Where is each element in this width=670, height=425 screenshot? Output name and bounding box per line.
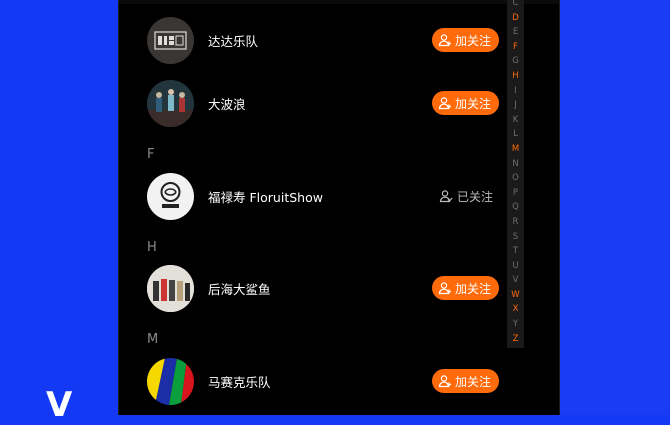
index-letter-d[interactable]: D xyxy=(512,11,519,26)
screen-top-edge xyxy=(119,0,559,4)
index-letter-y[interactable]: Y xyxy=(513,317,518,332)
band-photo-icon xyxy=(147,79,194,127)
add-user-icon xyxy=(438,97,451,110)
artist-name: 马赛克乐队 xyxy=(208,374,271,390)
index-letter-z[interactable]: Z xyxy=(513,332,519,347)
index-letter-c[interactable]: C xyxy=(513,0,519,11)
section-header-h: H xyxy=(147,240,157,255)
user-check-icon xyxy=(439,190,453,203)
band-logo-icon xyxy=(147,357,194,405)
index-letter-q[interactable]: Q xyxy=(512,200,519,215)
followed-button[interactable]: 已关注 xyxy=(439,188,499,205)
section-header-f: F xyxy=(147,147,155,162)
index-letter-f[interactable]: F xyxy=(513,40,518,55)
artist-name: 福禄寿 FloruitShow xyxy=(208,189,323,205)
followed-label: 已关注 xyxy=(456,189,493,204)
list-item[interactable]: 福禄寿 FloruitShow 已关注 xyxy=(147,168,499,224)
list-item[interactable]: 大波浪 加关注 xyxy=(147,75,499,131)
artist-name: 大波浪 xyxy=(208,96,246,112)
index-letter-n[interactable]: N xyxy=(512,157,518,172)
index-letter-w[interactable]: W xyxy=(511,288,519,303)
follow-button[interactable]: 加关注 xyxy=(431,276,499,300)
list-item[interactable]: 马赛克乐队 加关注 xyxy=(147,353,499,409)
follow-label: 加关注 xyxy=(454,96,491,111)
avatar xyxy=(147,264,194,312)
add-user-icon xyxy=(438,282,451,295)
band-logo-icon xyxy=(160,181,181,208)
index-letter-g[interactable]: G xyxy=(512,54,519,69)
follow-button[interactable]: 加关注 xyxy=(431,91,499,115)
index-letter-i[interactable]: I xyxy=(514,84,517,99)
index-letter-s[interactable]: S xyxy=(513,230,518,245)
avatar xyxy=(147,172,194,220)
follow-label: 加关注 xyxy=(454,374,491,389)
index-letter-v[interactable]: V xyxy=(513,273,519,288)
index-letter-l[interactable]: L xyxy=(513,127,518,142)
artist-name: 后海大鲨鱼 xyxy=(208,281,271,297)
follow-label: 加关注 xyxy=(454,281,491,296)
index-letter-j[interactable]: J xyxy=(514,98,517,113)
band-logo-icon xyxy=(154,30,187,50)
index-letter-u[interactable]: U xyxy=(512,259,518,274)
list-item[interactable]: 后海大鲨鱼 加关注 xyxy=(147,260,499,316)
index-letter-x[interactable]: X xyxy=(513,302,519,317)
follow-button[interactable]: 加关注 xyxy=(431,369,499,393)
follow-button[interactable]: 加关注 xyxy=(431,28,499,52)
avatar xyxy=(147,16,194,64)
index-letter-h[interactable]: H xyxy=(512,69,518,84)
add-user-icon xyxy=(438,34,451,47)
index-letter-r[interactable]: R xyxy=(513,215,519,230)
add-user-icon xyxy=(438,375,451,388)
avatar xyxy=(147,357,194,405)
artist-name: 达达乐队 xyxy=(208,33,259,49)
artist-list-screen[interactable]: 达达乐队 加关注 大波浪 加关注 F 福禄寿 FloruitShow 已关注 H… xyxy=(118,0,560,415)
index-letter-e[interactable]: E xyxy=(513,25,518,40)
background-left xyxy=(0,0,120,415)
avatar xyxy=(147,79,194,127)
band-photo-icon xyxy=(147,264,194,312)
index-letter-p[interactable]: P xyxy=(513,186,518,201)
index-letter-t[interactable]: T xyxy=(513,244,518,259)
index-letter-m[interactable]: M xyxy=(512,142,519,157)
background-right xyxy=(560,0,670,415)
index-letter-o[interactable]: O xyxy=(512,171,519,186)
follow-label: 加关注 xyxy=(454,33,491,48)
brand-glyph: V xyxy=(46,385,73,425)
index-letter-k[interactable]: K xyxy=(513,113,519,128)
list-item[interactable]: 达达乐队 加关注 xyxy=(147,12,499,68)
alphabet-index-bar[interactable]: CDEFGHIJKLMNOPQRSTUVWXYZ xyxy=(507,0,524,348)
section-header-m: M xyxy=(147,332,159,347)
